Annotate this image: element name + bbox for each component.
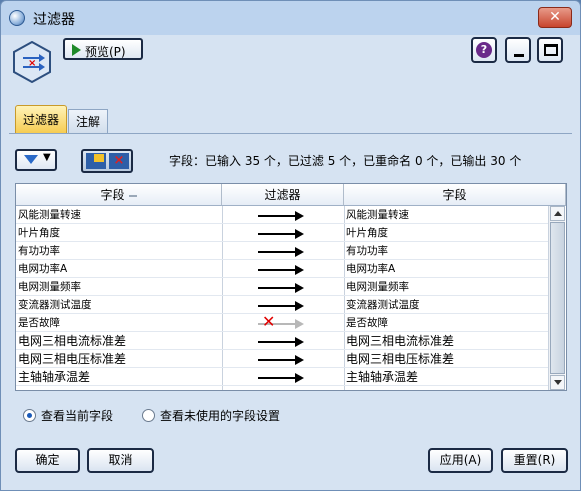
table-row[interactable]: 叶片角度 叶片角度	[16, 225, 548, 242]
filter-toggle[interactable]	[224, 351, 340, 368]
output-field-name[interactable]: 叶片角度	[346, 225, 546, 242]
tab-annotations[interactable]: 注解	[68, 109, 108, 133]
reset-button[interactable]: 重置(R)	[501, 448, 568, 473]
funnel-icon	[24, 155, 38, 164]
title-bar: 过滤器 ✕	[1, 1, 580, 35]
pass-fields-icon[interactable]	[86, 153, 106, 169]
field-table: 字段 过滤器 字段 风能测量转速 风能测量转速 叶片角度 叶片角度 有功功率 有功功率 电网…	[15, 183, 567, 391]
table-row[interactable]: 电网三相电流标准差 电网三相电流标准差	[16, 333, 548, 350]
filter-toggle[interactable]	[224, 333, 340, 350]
pass-arrow-icon	[258, 247, 304, 257]
table-row[interactable]: 有功功率 有功功率	[16, 243, 548, 260]
filter-node-icon: ×	[13, 41, 51, 83]
radio-selected-icon[interactable]	[23, 409, 36, 422]
help-button[interactable]: ?	[471, 37, 497, 63]
filter-toggle[interactable]	[224, 207, 340, 224]
chevron-down-icon: ▼	[43, 152, 51, 163]
input-field-name: 电网三相电压标准差	[18, 352, 127, 366]
view-unused-fields-label: 查看未使用的字段设置	[160, 409, 281, 423]
table-row[interactable]: 变流器测试温度 变流器测试温度	[16, 297, 548, 314]
filter-toggle[interactable]	[224, 225, 340, 242]
table-row[interactable]: 主轴轴承温差 主轴轴承温差	[16, 369, 548, 386]
play-icon	[72, 44, 81, 56]
scroll-up-button[interactable]	[550, 206, 565, 221]
filter-toggle[interactable]	[224, 279, 340, 296]
table-row[interactable]: 电网功率A 电网功率A	[16, 261, 548, 278]
pass-arrow-icon	[258, 265, 304, 275]
input-field-name: 电网三相电流标准差	[18, 334, 127, 348]
view-current-fields-option[interactable]: 查看当前字段	[23, 407, 113, 424]
output-field-name[interactable]: 主轴轴承温差	[346, 369, 546, 386]
svg-text:×: ×	[28, 58, 36, 69]
help-icon: ?	[476, 42, 492, 58]
pass-arrow-icon	[258, 283, 304, 293]
input-field-name: 电网测量频率	[18, 281, 81, 293]
table-row[interactable]: 电网测量频率 电网测量频率	[16, 279, 548, 296]
input-field-name: 变流器测试温度	[18, 299, 92, 311]
scroll-down-button[interactable]	[550, 375, 565, 390]
pass-arrow-icon	[258, 337, 304, 347]
filter-toggle[interactable]: ✕	[224, 315, 340, 332]
preview-label: 预览(P)	[85, 45, 126, 59]
minimize-button[interactable]	[505, 37, 531, 63]
column-header-output-field[interactable]: 字段	[344, 184, 566, 206]
column-header-filter[interactable]: 过滤器	[222, 184, 344, 206]
output-field-name[interactable]: 电网功率A	[346, 261, 546, 278]
sort-icon	[128, 194, 137, 197]
pass-arrow-icon	[258, 301, 304, 311]
view-unused-fields-option[interactable]: 查看未使用的字段设置	[142, 407, 280, 424]
output-field-name[interactable]: 电网测量频率	[346, 279, 546, 296]
tab-filter[interactable]: 过滤器	[15, 105, 67, 133]
output-field-name[interactable]: 有功功率	[346, 243, 546, 260]
table-row[interactable]: 是否故障 ✕ 是否故障	[16, 315, 548, 332]
filter-toggle[interactable]	[224, 297, 340, 314]
maximize-button[interactable]	[537, 37, 563, 63]
column-header-input-field[interactable]: 字段	[16, 184, 222, 206]
radio-unselected-icon[interactable]	[142, 409, 155, 422]
pass-arrow-icon	[258, 355, 304, 365]
x-mark-icon: ✕	[262, 315, 276, 331]
filter-options-button[interactable]: ▼	[15, 149, 57, 171]
pass-arrow-icon	[258, 211, 304, 221]
view-current-fields-label: 查看当前字段	[41, 409, 114, 423]
output-field-name[interactable]: 变流器测试温度	[346, 297, 546, 314]
filter-toggle[interactable]	[224, 261, 340, 278]
table-row[interactable]: 风能测量转速 风能测量转速	[16, 207, 548, 224]
window-title: 过滤器	[33, 12, 75, 28]
filter-toggle[interactable]	[224, 369, 340, 386]
output-field-name[interactable]: 电网三相电压标准差	[346, 351, 546, 368]
input-field-name: 是否故障	[18, 317, 60, 329]
filter-mode-toggle[interactable]: ×	[81, 149, 133, 173]
output-field-name[interactable]: 电网三相电流标准差	[346, 333, 546, 350]
pass-arrow-icon	[258, 373, 304, 383]
preview-button[interactable]: 预览(P)	[63, 38, 143, 60]
apply-button[interactable]: 应用(A)	[428, 448, 493, 473]
close-button[interactable]: ✕	[538, 7, 572, 28]
minimize-icon	[514, 54, 524, 57]
input-field-name: 电网功率A	[18, 263, 68, 275]
vertical-scrollbar[interactable]	[548, 206, 565, 390]
maximize-icon	[544, 44, 558, 56]
output-field-name[interactable]: 风能测量转速	[346, 207, 546, 224]
input-field-name: 叶片角度	[18, 227, 60, 239]
filter-toggle[interactable]	[224, 243, 340, 260]
output-field-name[interactable]: 是否故障	[346, 315, 546, 332]
filter-node-icon	[9, 10, 25, 26]
input-field-name: 风能测量转速	[18, 209, 81, 221]
input-field-name: 主轴轴承温差	[18, 370, 91, 384]
filter-dialog: 过滤器 ✕ × 预览(P) ? 过滤器 注解 ▼ × 字段：已输入 35 个，已…	[0, 0, 581, 491]
filter-fields-icon[interactable]: ×	[109, 153, 129, 169]
field-summary: 字段：已输入 35 个，已过滤 5 个，已重命名 0 个，已输出 30 个	[169, 154, 522, 168]
cancel-button[interactable]: 取消	[87, 448, 154, 473]
table-header: 字段 过滤器 字段	[16, 184, 566, 206]
input-field-name: 有功功率	[18, 245, 60, 257]
ok-button[interactable]: 确定	[15, 448, 80, 473]
table-row[interactable]: 电网三相电压标准差 电网三相电压标准差	[16, 351, 548, 368]
scroll-thumb[interactable]	[550, 222, 565, 374]
pass-arrow-icon	[258, 229, 304, 239]
